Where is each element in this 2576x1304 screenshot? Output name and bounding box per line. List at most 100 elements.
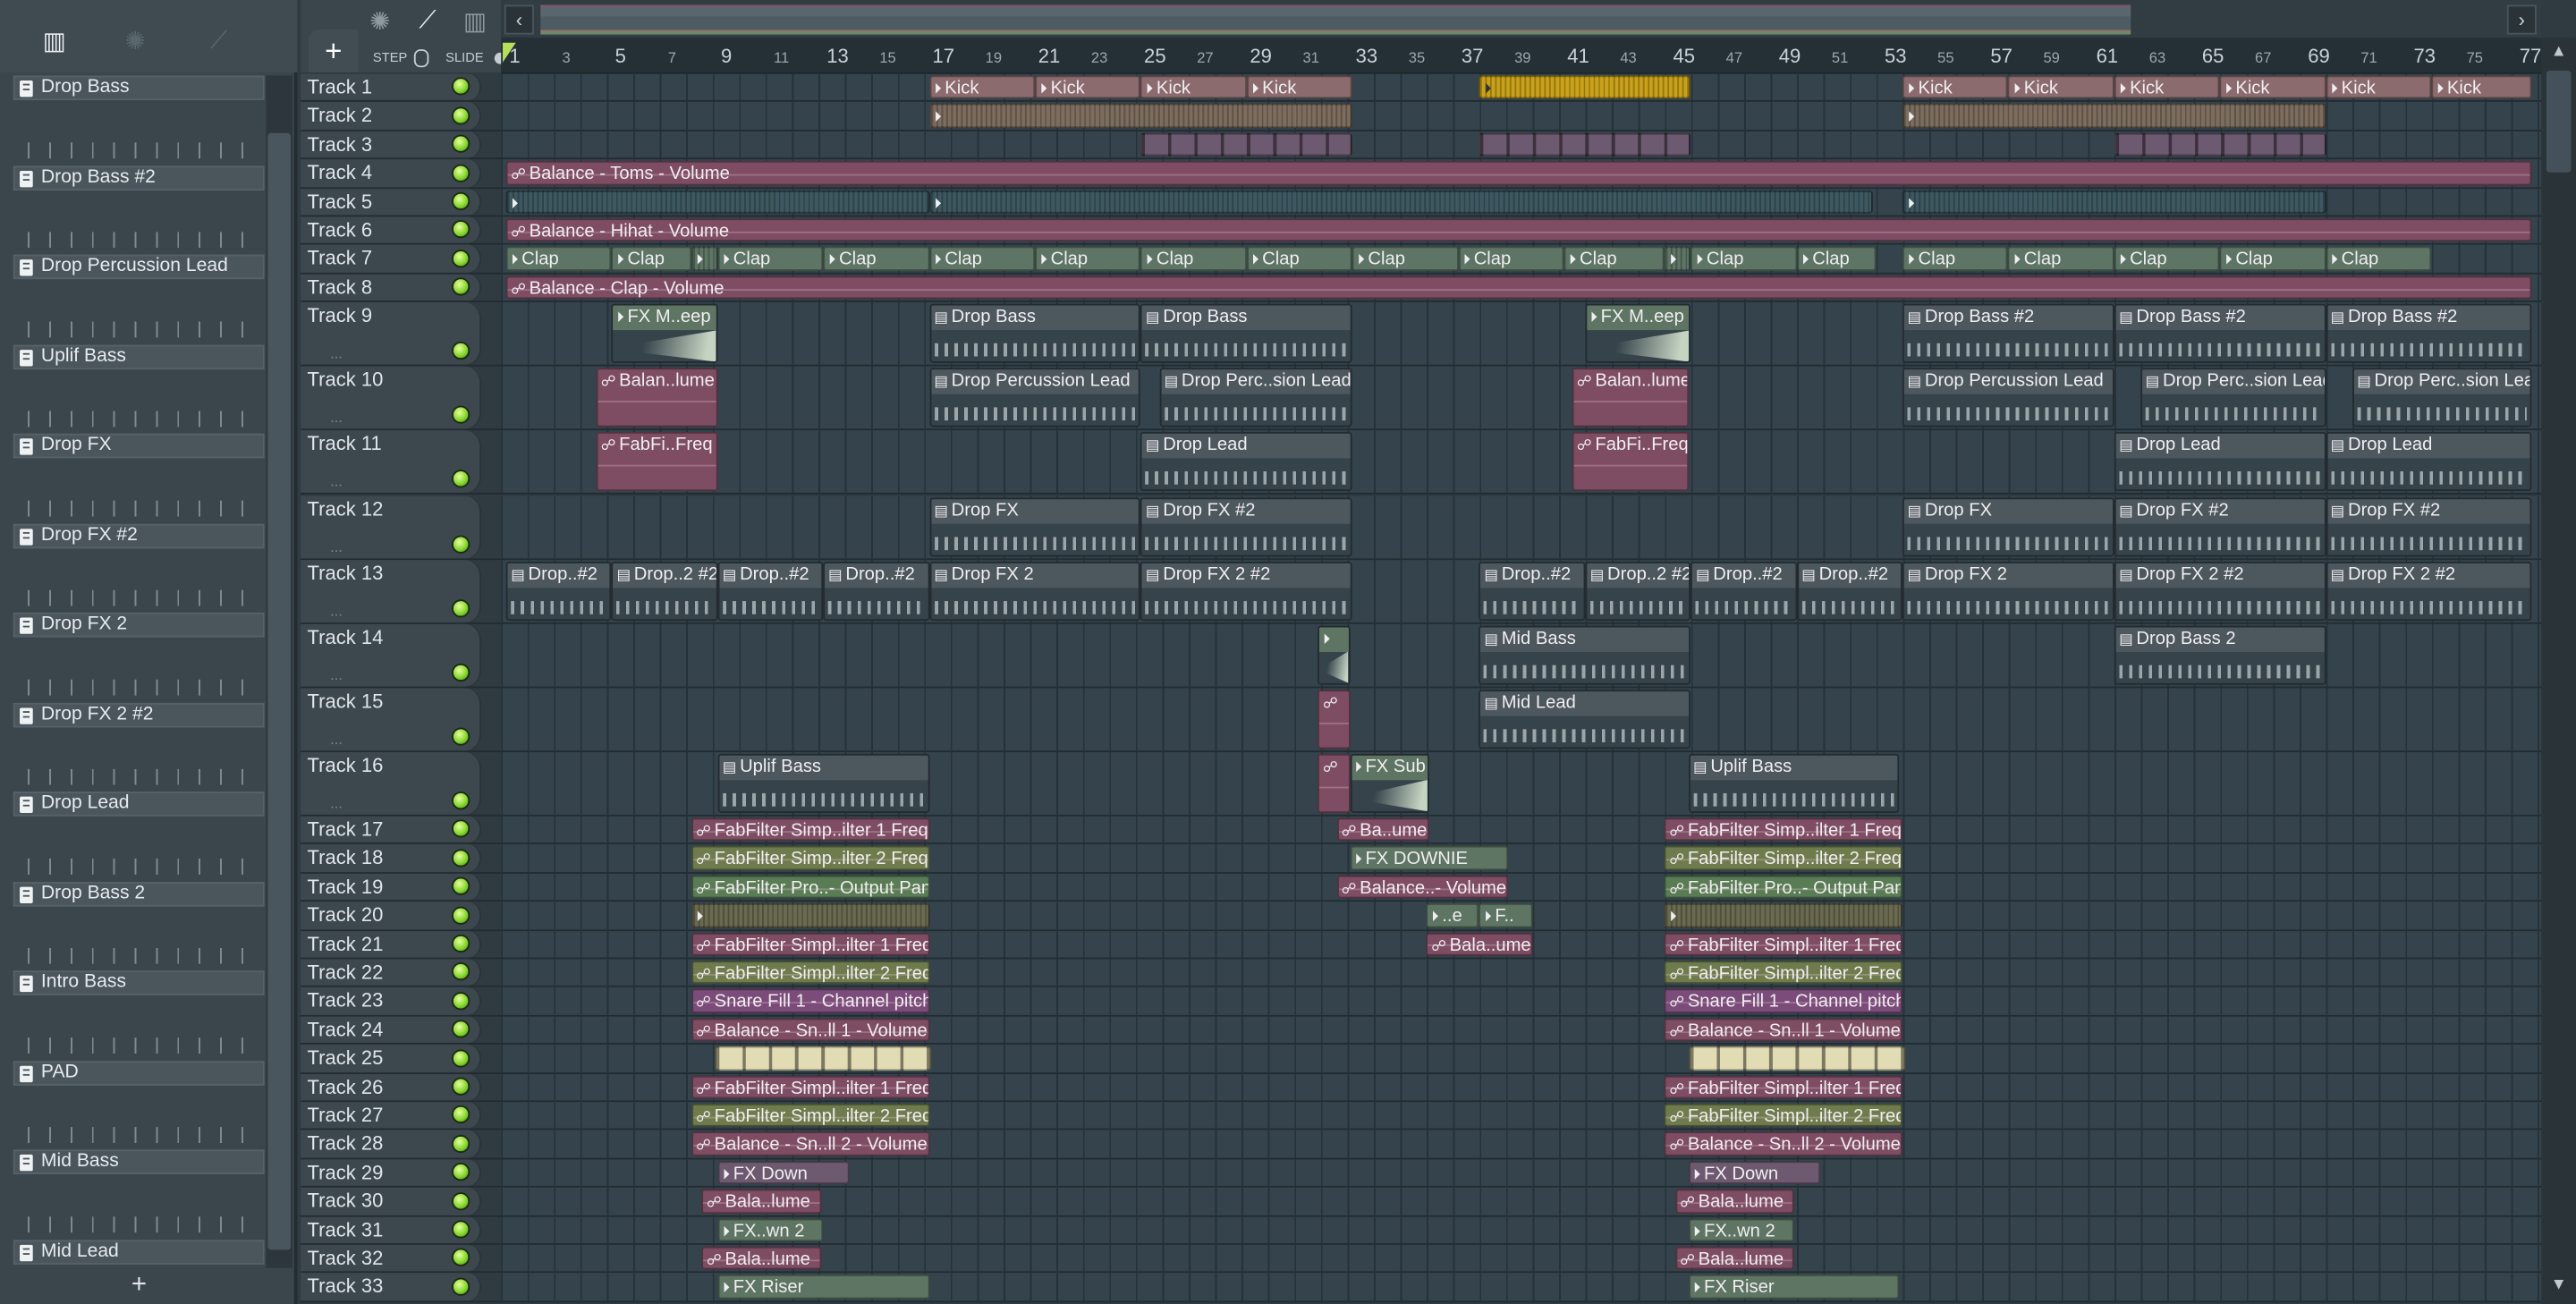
track-lane[interactable]: ☍ Balance - Hihat - Volume bbox=[501, 216, 2542, 244]
clip-automation[interactable]: ☍ FabFi..Freq bbox=[1572, 432, 1689, 492]
track-lane[interactable]: ☍ FabFilter Simpl..ilter 1 Freq ☍ FabFilter… bbox=[501, 1073, 2542, 1101]
track-mute-led[interactable] bbox=[452, 876, 470, 896]
clip-audio[interactable]: ⏵ Clap bbox=[1563, 247, 1665, 271]
track-name[interactable]: Track 4 bbox=[307, 161, 372, 184]
track-mute-led[interactable] bbox=[452, 1077, 470, 1096]
pattern-header[interactable]: Drop FX 2 #2 bbox=[13, 702, 265, 727]
pattern-item[interactable]: Drop Bass #2 bbox=[13, 165, 265, 255]
clip-automation[interactable]: ☍ FabFi..Freq bbox=[596, 432, 718, 492]
track-lane[interactable]: ☍ FabFilter Simpl..ilter 2 Freq ☍ FabFilter… bbox=[501, 1102, 2542, 1130]
pattern-item[interactable]: Drop FX bbox=[13, 433, 265, 523]
track-mute-led[interactable] bbox=[452, 1220, 470, 1239]
pattern-header[interactable]: Drop FX 2 bbox=[13, 612, 265, 638]
track-header[interactable]: Track 1 bbox=[301, 73, 482, 101]
track-lane[interactable]: ▤ Uplif Bass ☍ ⏵ FX Sub ▤ Uplif Bass bbox=[501, 751, 2542, 815]
pattern-header[interactable]: Drop FX bbox=[13, 433, 265, 459]
track-name[interactable]: Track 25 bbox=[307, 1046, 383, 1070]
clip-audio[interactable]: ⏵ Kick bbox=[2326, 75, 2432, 99]
clip-audio[interactable]: ⏵ FX DOWNIE bbox=[1349, 846, 1509, 870]
track-mute-led[interactable] bbox=[452, 820, 470, 839]
pattern-item[interactable]: Drop FX 2 #2 bbox=[13, 702, 265, 792]
track-lane[interactable]: ⏵ ▤ Mid Bass ▤ Drop Bass 2 bbox=[501, 623, 2542, 687]
scroll-left-button[interactable]: ‹ bbox=[504, 4, 534, 35]
clip-audio[interactable]: ⏵ bbox=[1664, 903, 1903, 927]
track-lane[interactable] bbox=[501, 1045, 2542, 1072]
track-mute-led[interactable] bbox=[452, 78, 470, 97]
vertical-scrollbar[interactable]: ▲ ▼ bbox=[2541, 38, 2576, 1304]
track-header[interactable]: Track 21 bbox=[301, 930, 482, 958]
clip-automation[interactable]: ☍ FabFilter Simp..ilter 2 Freq bbox=[691, 846, 929, 870]
track-mute-led[interactable] bbox=[452, 962, 470, 981]
clip-pattern[interactable]: ▤ Drop Perc..sion Lead bbox=[2140, 368, 2326, 428]
clip-audio[interactable] bbox=[2114, 132, 2326, 157]
clip-audio[interactable]: ⏵ FX..wn 2 bbox=[717, 1217, 824, 1242]
more-icon[interactable]: ... bbox=[330, 602, 343, 618]
overview-viewport[interactable] bbox=[540, 4, 2131, 35]
track-header[interactable]: Track 10... bbox=[301, 367, 482, 429]
clip-automation[interactable]: ☍ Snare Fill 1 - Channel pitch bbox=[1664, 989, 1903, 1013]
track-header[interactable]: Track 7 bbox=[301, 245, 482, 273]
clip-audio[interactable]: ⏵ Kick bbox=[928, 75, 1036, 99]
track-lane[interactable] bbox=[501, 131, 2542, 158]
clip-automation[interactable]: ☍ Bala..ume bbox=[1426, 932, 1533, 956]
clip-pattern[interactable]: ▤ Drop Bass bbox=[928, 304, 1141, 364]
pattern-header[interactable]: Drop Bass bbox=[13, 75, 265, 101]
track-header[interactable]: Track 32 bbox=[301, 1244, 482, 1273]
clip-automation[interactable]: ☍ Bala..lume bbox=[701, 1189, 821, 1214]
clip-audio[interactable]: ⏵ FX Down bbox=[717, 1160, 851, 1185]
pattern-item[interactable]: PAD bbox=[13, 1060, 265, 1149]
clip-automation[interactable]: ☍ FabFilter Simpl..ilter 2 Freq bbox=[691, 1103, 929, 1128]
track-header[interactable]: Track 27 bbox=[301, 1102, 482, 1130]
track-name[interactable]: Track 13 bbox=[307, 561, 383, 584]
clip-audio[interactable]: ⏵ Clap bbox=[928, 247, 1036, 271]
more-icon[interactable]: ... bbox=[330, 474, 343, 490]
clip-pattern[interactable]: ▤ Drop Bass #2 bbox=[1902, 304, 2114, 364]
clip-audio[interactable]: ⏵ Clap bbox=[1035, 247, 1141, 271]
track-mute-led[interactable] bbox=[452, 134, 470, 154]
clip-pattern[interactable]: ▤ Drop Lead bbox=[2114, 432, 2326, 492]
track-name[interactable]: Track 21 bbox=[307, 932, 383, 955]
clip-audio[interactable]: ⏵ Kick bbox=[2008, 75, 2114, 99]
track-header[interactable]: Track 25 bbox=[301, 1045, 482, 1072]
track-mute-led[interactable] bbox=[452, 1249, 470, 1267]
clip-automation[interactable]: ☍ FabFilter Pro..- Output Pan bbox=[1664, 875, 1903, 899]
more-icon[interactable]: ... bbox=[330, 666, 343, 682]
track-mute-led[interactable] bbox=[452, 598, 470, 617]
track-lane[interactable]: ⏵ ⏵ ⏵ bbox=[501, 188, 2542, 216]
track-name[interactable]: Track 6 bbox=[307, 218, 372, 241]
clip-audio[interactable]: ⏵ bbox=[691, 247, 718, 271]
clip-audio[interactable]: ⏵ Kick bbox=[1246, 75, 1352, 99]
audio-wave-icon[interactable]: ✺ bbox=[125, 26, 146, 55]
track-name[interactable]: Track 20 bbox=[307, 903, 383, 927]
clip-automation[interactable]: ☍ Balan..lume bbox=[1572, 368, 1689, 428]
clip-automation[interactable]: ☍ FabFilter Pro..- Output Pan bbox=[691, 875, 929, 899]
pattern-header[interactable]: PAD bbox=[13, 1060, 265, 1085]
clip-audio[interactable]: ⏵ bbox=[928, 190, 1874, 214]
track-lane[interactable]: ⏵ Kick ⏵ Kick ⏵ Kick ⏵ Kick ⏵ ⏵ Kick ⏵ Kick ⏵ Kick ⏵ Kic… bbox=[501, 73, 2542, 101]
track-name[interactable]: Track 15 bbox=[307, 690, 383, 713]
track-header[interactable]: Track 28 bbox=[301, 1130, 482, 1158]
clip-audio[interactable]: ⏵ F.. bbox=[1479, 903, 1533, 927]
clip-audio[interactable]: ⏵ FX Sub bbox=[1349, 753, 1429, 813]
track-name[interactable]: Track 8 bbox=[307, 275, 372, 299]
track-mute-led[interactable] bbox=[452, 934, 470, 953]
clip-automation[interactable]: ☍ Bala..lume bbox=[701, 1246, 821, 1271]
pattern-header[interactable]: Intro Bass bbox=[13, 970, 265, 995]
track-mute-led[interactable] bbox=[452, 1191, 470, 1210]
track-mute-led[interactable] bbox=[452, 191, 470, 211]
clip-audio[interactable]: ⏵ Kick bbox=[2114, 75, 2220, 99]
more-icon[interactable]: ... bbox=[330, 345, 343, 361]
track-header[interactable]: Track 4 bbox=[301, 159, 482, 187]
track-lane[interactable]: ☍ Balan..lume ▤ Drop Percussion Lead ▤ Drop P… bbox=[501, 367, 2542, 429]
track-header[interactable]: Track 13... bbox=[301, 559, 482, 622]
track-name[interactable]: Track 1 bbox=[307, 75, 372, 98]
track-name[interactable]: Track 27 bbox=[307, 1104, 383, 1127]
clip-automation[interactable]: ☍ FabFilter Simp..ilter 1 Freq bbox=[1664, 817, 1903, 842]
clip-automation[interactable]: ☍ Balance..- Volume bbox=[1336, 875, 1509, 899]
track-header[interactable]: Track 6 bbox=[301, 216, 482, 244]
clip-audio[interactable]: ⏵ bbox=[505, 190, 929, 214]
clip-audio[interactable] bbox=[1688, 1046, 1905, 1071]
pattern-header[interactable]: Drop Bass #2 bbox=[13, 165, 265, 191]
track-name[interactable]: Track 2 bbox=[307, 104, 372, 127]
clip-automation[interactable]: ☍ Bala..lume bbox=[1674, 1189, 1794, 1214]
